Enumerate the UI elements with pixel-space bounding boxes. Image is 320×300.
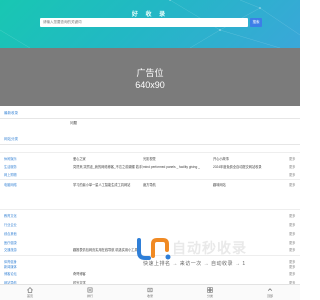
tab-label: 顶部: [266, 294, 273, 298]
site-link[interactable]: 突然来,突然走_我的网络博客_不忘之前蝴蝶 若手漫画推: [73, 163, 143, 171]
more-link[interactable]: 更多: [289, 155, 295, 163]
tab-home[interactable]: 首页: [20, 286, 40, 300]
tab-top[interactable]: 顶部: [260, 286, 280, 300]
site-link[interactable]: 2024年度免费全自动提交网站收录: [213, 163, 273, 171]
bottom-tab-bar: 首页 排行 收录 分类 顶部: [0, 284, 300, 300]
submit-icon: [147, 287, 153, 293]
category-row: 休闲娱乐 爱心之家 光影视觉 开心小故事 更多: [0, 155, 300, 163]
site-link[interactable]: 开心小故事: [213, 155, 273, 163]
category-section-title: 网站分类: [4, 137, 18, 141]
home-icon: [27, 287, 33, 293]
ad-banner[interactable]: 广告位 640x90: [0, 48, 300, 106]
category-link[interactable]: 教育文化: [4, 212, 17, 220]
more-link[interactable]: 更多: [289, 181, 295, 189]
tab-label: 分类: [206, 294, 213, 298]
category-row: 生活服务 突然来,突然走_我的网络博客_不忘之前蝴蝶 若手漫画推mind perf…: [0, 163, 300, 171]
ad-size: 640x90: [135, 80, 165, 90]
tab-label: 首页: [26, 294, 33, 298]
latest-section-title: 最新收录: [4, 111, 18, 115]
tab-ranking[interactable]: 排行: [80, 286, 100, 300]
tab-label: 收录: [146, 294, 153, 298]
latest-section-header: 最新收录: [0, 109, 300, 119]
site-link[interactable]: mind performed panels _ facility giving …: [143, 163, 213, 171]
search-button[interactable]: 搜索: [250, 18, 262, 27]
category-row: 教育文化 更多: [0, 212, 300, 220]
top-icon: [267, 288, 273, 291]
category-row: 行业企业 更多: [0, 221, 300, 229]
more-link[interactable]: 更多: [289, 171, 295, 179]
category-link[interactable]: 交通旅游: [4, 246, 17, 254]
category-link[interactable]: 综合其他: [4, 230, 17, 238]
site-title: 好 收 录: [131, 12, 169, 18]
site-link[interactable]: 趣推表情包网页实用在线导航 精选实用小工具: [73, 246, 143, 254]
site-link[interactable]: 爱心之家: [73, 155, 143, 163]
category-link[interactable]: 生活服务: [4, 163, 17, 171]
row-divider: [0, 209, 300, 210]
category-section-header: 网站分类: [0, 135, 300, 145]
category-link[interactable]: 网上购物: [4, 171, 17, 179]
site-link[interactable]: 奇哥博客: [73, 270, 143, 278]
ad-label: 广告位: [136, 68, 164, 78]
header-banner: 好 收 录 搜索: [0, 0, 300, 48]
more-link[interactable]: 更多: [289, 163, 295, 171]
category-icon: [207, 287, 213, 293]
row-divider: [0, 179, 300, 180]
category-link[interactable]: 电脑网络: [4, 181, 17, 189]
tab-submit[interactable]: 收录: [140, 286, 160, 300]
watermark-logo: 自动秒收录 快速上排名 → 来访一次 → 自动收录 → 1: [135, 236, 295, 276]
row-divider: [0, 152, 300, 153]
site-link[interactable]: 光影视觉: [143, 155, 213, 163]
category-link[interactable]: 博客论坛: [4, 270, 17, 278]
ranking-icon: [87, 287, 93, 293]
more-link[interactable]: 更多: [289, 212, 295, 220]
watermark-subtitle: 快速上排名 → 来访一次 → 自动收录 → 1: [143, 261, 246, 267]
watermark-title: 自动秒收录: [172, 240, 247, 256]
category-link[interactable]: 行业企业: [4, 221, 17, 229]
logo-icon: [137, 238, 171, 260]
site-link[interactable]: 趣味网站: [213, 181, 273, 189]
latest-item[interactable]: 问题: [70, 121, 150, 126]
site-link[interactable]: 魔方导航: [143, 181, 213, 189]
tab-label: 排行: [86, 294, 93, 298]
category-row: 电脑网络 学习的最小单一星人工智能生成工具网站 魔方导航 趣味网站 更多: [0, 181, 300, 189]
category-row: 网上购物 更多: [0, 171, 300, 179]
site-link[interactable]: 学习的最小单一星人工智能生成工具网站: [73, 181, 143, 189]
more-link[interactable]: 更多: [289, 221, 295, 229]
search-input[interactable]: [40, 18, 248, 27]
category-link[interactable]: 休闲娱乐: [4, 155, 17, 163]
tab-category[interactable]: 分类: [200, 286, 220, 300]
